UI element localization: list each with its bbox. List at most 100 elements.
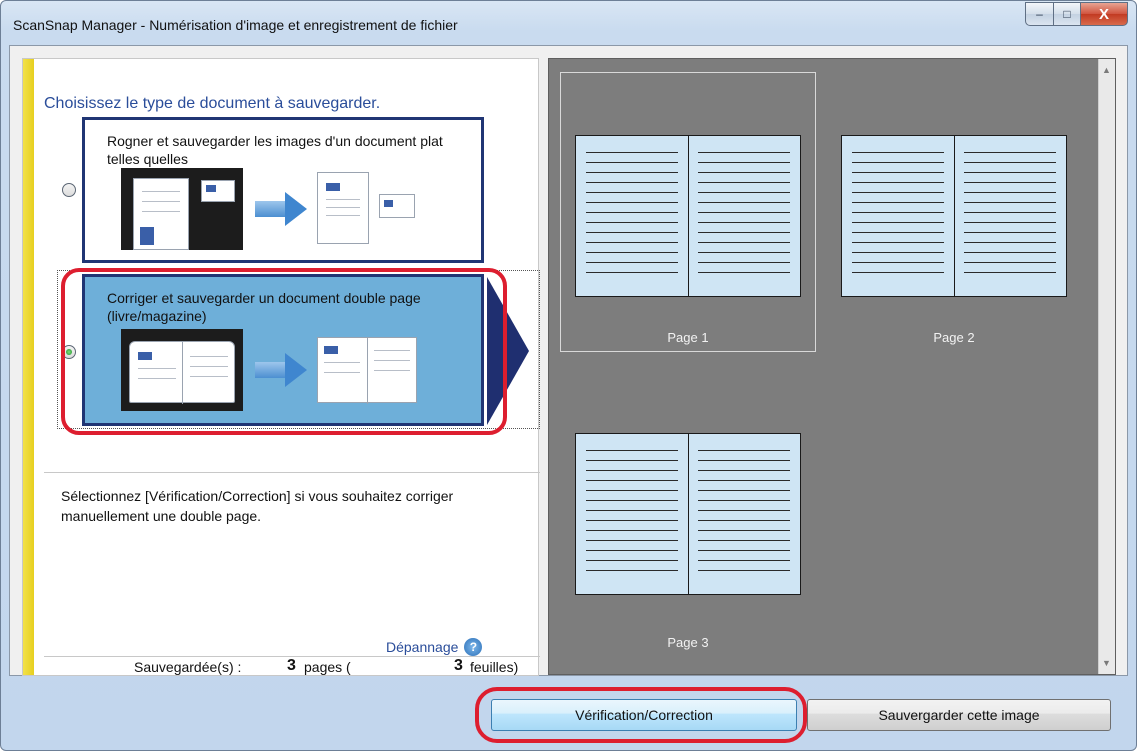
text-line bbox=[586, 222, 678, 223]
minimize-button[interactable]: – bbox=[1025, 2, 1053, 26]
output-document-icon bbox=[317, 172, 369, 244]
preview-pane[interactable]: Page 1 Page 2 Page 3 ▲ ▼ bbox=[548, 58, 1116, 675]
text-line bbox=[698, 490, 790, 491]
text-line bbox=[586, 540, 678, 541]
text-line bbox=[586, 272, 678, 273]
text-line bbox=[964, 202, 1056, 203]
hint-text: Sélectionnez [Vérification/Correction] s… bbox=[61, 488, 454, 524]
text-line bbox=[586, 182, 678, 183]
text-line bbox=[964, 222, 1056, 223]
text-line bbox=[698, 570, 790, 571]
output-card-icon bbox=[379, 194, 415, 218]
flat-document-illustration bbox=[121, 168, 421, 254]
maximize-button[interactable]: □ bbox=[1053, 2, 1080, 26]
text-line bbox=[964, 232, 1056, 233]
text-line bbox=[698, 500, 790, 501]
text-line bbox=[698, 262, 790, 263]
text-line bbox=[964, 262, 1056, 263]
option-flat-document[interactable]: Rogner et sauvegarder les images d'un do… bbox=[82, 117, 484, 263]
text-line bbox=[698, 460, 790, 461]
arrow-head-icon bbox=[285, 192, 307, 226]
scroll-up-icon[interactable]: ▲ bbox=[1102, 65, 1111, 75]
save-image-button[interactable]: Sauvergarder cette image bbox=[807, 699, 1111, 731]
text-line bbox=[586, 470, 678, 471]
text-line bbox=[698, 162, 790, 163]
text-line bbox=[852, 212, 944, 213]
text-line bbox=[698, 212, 790, 213]
text-line bbox=[852, 232, 944, 233]
radio-flat-document[interactable] bbox=[62, 183, 76, 197]
page-thumbnail[interactable] bbox=[575, 433, 801, 595]
text-line bbox=[586, 172, 678, 173]
text-line bbox=[586, 450, 678, 451]
text-line bbox=[698, 520, 790, 521]
panel-heading: Choisissez le type de document à sauvega… bbox=[44, 95, 381, 112]
close-icon: X bbox=[1098, 5, 1109, 23]
sheets-count: 3 bbox=[454, 657, 463, 674]
title-bar: ScanSnap Manager - Numérisation d'image … bbox=[1, 1, 1136, 45]
pages-text: pages ( bbox=[304, 659, 351, 675]
card-sheet bbox=[201, 180, 235, 202]
page-label: Page 3 bbox=[667, 635, 709, 650]
text-line bbox=[964, 242, 1056, 243]
text-line bbox=[586, 152, 678, 153]
text-line bbox=[698, 232, 790, 233]
accent-bar bbox=[23, 59, 34, 675]
page-label: Page 1 bbox=[667, 330, 709, 345]
close-button[interactable]: X bbox=[1080, 2, 1128, 26]
text-line bbox=[586, 480, 678, 481]
document-sheet bbox=[133, 178, 189, 250]
text-line bbox=[852, 202, 944, 203]
text-line bbox=[698, 172, 790, 173]
scroll-down-icon[interactable]: ▼ bbox=[1102, 658, 1111, 668]
text-line bbox=[586, 490, 678, 491]
help-icon: ? bbox=[464, 638, 483, 656]
text-line bbox=[964, 172, 1056, 173]
text-line bbox=[586, 500, 678, 501]
text-line bbox=[698, 242, 790, 243]
text-line bbox=[698, 272, 790, 273]
text-line bbox=[698, 480, 790, 481]
sheets-text: feuilles) bbox=[470, 659, 519, 675]
saved-status: Sauvegardée(s) : 3 pages ( 3 feuilles) bbox=[44, 657, 540, 677]
text-line bbox=[964, 182, 1056, 183]
text-line bbox=[964, 252, 1056, 253]
text-line bbox=[698, 202, 790, 203]
highlight-outline-option bbox=[61, 268, 507, 435]
text-line bbox=[852, 252, 944, 253]
arrow-icon bbox=[255, 201, 285, 217]
text-line bbox=[852, 152, 944, 153]
text-line bbox=[586, 232, 678, 233]
text-line bbox=[698, 152, 790, 153]
text-line bbox=[586, 560, 678, 561]
text-line bbox=[586, 510, 678, 511]
text-line bbox=[586, 550, 678, 551]
text-line bbox=[586, 520, 678, 521]
text-line bbox=[586, 570, 678, 571]
text-line bbox=[586, 252, 678, 253]
text-line bbox=[698, 540, 790, 541]
document-type-panel: Choisissez le type de document à sauvega… bbox=[22, 58, 540, 677]
text-line bbox=[698, 182, 790, 183]
troubleshoot-label: Dépannage bbox=[386, 639, 459, 655]
option-flat-document-label: Rogner et sauvegarder les images d'un do… bbox=[107, 133, 443, 167]
page-thumbnail[interactable] bbox=[841, 135, 1067, 297]
page-label: Page 2 bbox=[933, 330, 975, 345]
text-line bbox=[852, 192, 944, 193]
maximize-icon: □ bbox=[1063, 7, 1071, 21]
troubleshoot-link[interactable]: Dépannage ? bbox=[386, 638, 483, 656]
divider bbox=[44, 472, 540, 473]
dialog-client-area: Choisissez le type de document à sauvega… bbox=[9, 45, 1128, 676]
text-line bbox=[586, 530, 678, 531]
saved-label: Sauvegardée(s) : bbox=[134, 659, 242, 675]
text-line bbox=[964, 162, 1056, 163]
highlight-outline-button bbox=[475, 687, 807, 743]
text-line bbox=[698, 530, 790, 531]
text-line bbox=[586, 460, 678, 461]
preview-scrollbar[interactable]: ▲ ▼ bbox=[1098, 59, 1115, 674]
text-line bbox=[698, 510, 790, 511]
text-line bbox=[586, 202, 678, 203]
text-line bbox=[586, 212, 678, 213]
page-thumbnail[interactable] bbox=[575, 135, 801, 297]
text-line bbox=[586, 192, 678, 193]
